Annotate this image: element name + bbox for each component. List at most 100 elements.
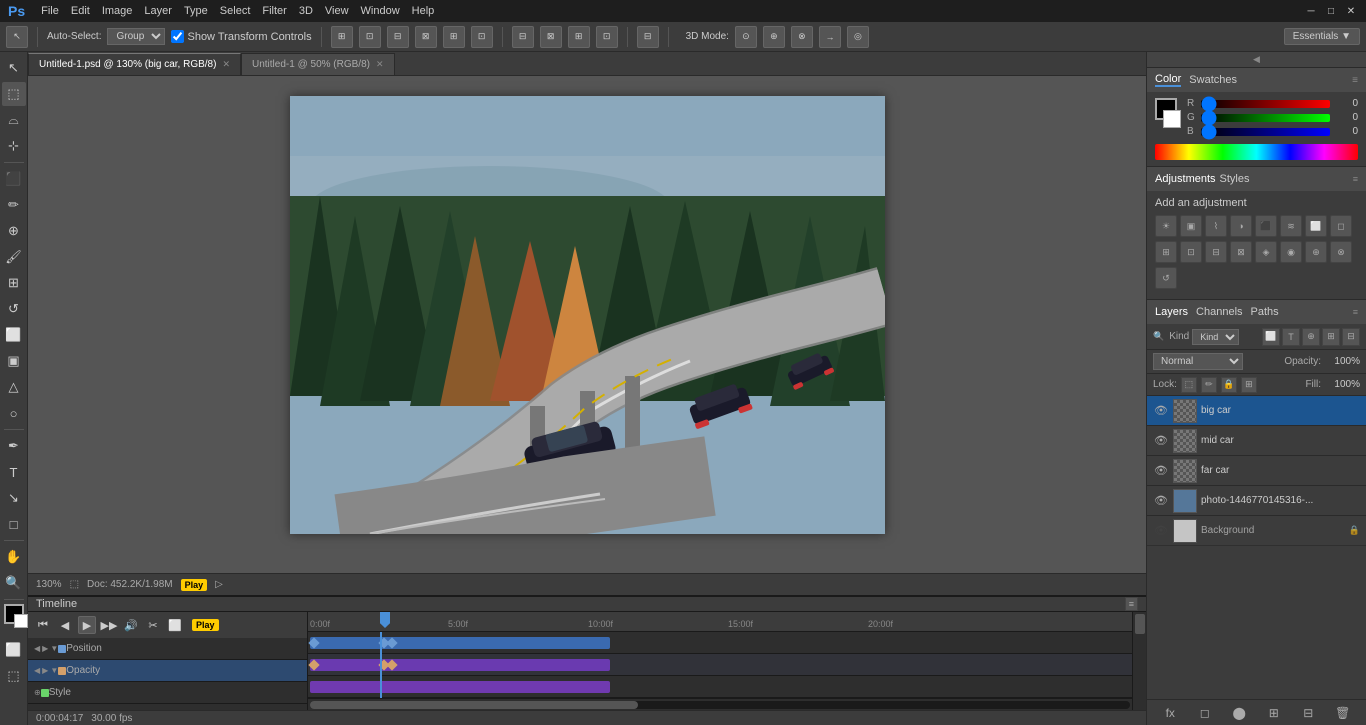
timeline-side-scrollbar[interactable] (1132, 612, 1146, 710)
layer-far-car[interactable]: 👁 far car (1147, 456, 1366, 486)
shape-filter-icon[interactable]: ⊞ (1322, 328, 1340, 346)
color-swatches-container[interactable] (1155, 98, 1181, 128)
photofilt-adj-icon[interactable]: ⊞ (1155, 241, 1177, 263)
align-right-icon[interactable]: ⊟ (387, 26, 409, 48)
colorbalance-adj-icon[interactable]: ⬜ (1305, 215, 1327, 237)
curves-adj-icon[interactable]: ⌇ (1205, 215, 1227, 237)
dist-bottom-icon[interactable]: ⊡ (596, 26, 618, 48)
delete-layer-button[interactable]: 🗑 (1334, 704, 1352, 722)
timeline-rewind-button[interactable]: ⏮ (34, 616, 52, 634)
timeline-cut-button[interactable]: ✂ (144, 616, 162, 634)
menu-image[interactable]: Image (102, 5, 133, 17)
styles-tab[interactable]: Styles (1220, 173, 1250, 185)
3d-rotate-icon[interactable]: ⊙ (735, 26, 757, 48)
tab-untitled[interactable]: Untitled-1 @ 50% (RGB/8) ✕ (241, 53, 395, 75)
3d-slide-icon[interactable]: → (819, 26, 841, 48)
lock-artboard-icon[interactable]: ⊞ (1241, 377, 1257, 393)
gradient-adj-icon[interactable]: ⊕ (1305, 241, 1327, 263)
zoom-tool[interactable]: 🔍 (2, 571, 26, 595)
align-middle-icon[interactable]: ⊞ (443, 26, 465, 48)
posterize-adj-icon[interactable]: ◈ (1255, 241, 1277, 263)
adjustments-tab[interactable]: Adjustments (1155, 173, 1216, 185)
layer-big-car[interactable]: 👁 big car (1147, 396, 1366, 426)
blackwhite-adj-icon[interactable]: ◻ (1330, 215, 1352, 237)
add-mask-button[interactable]: ◻ (1196, 704, 1214, 722)
timeline-settings-button[interactable]: ⬜ (166, 616, 184, 634)
tab-close-1[interactable]: ✕ (222, 59, 230, 70)
scrollbar-thumb[interactable] (310, 701, 638, 709)
gradient-tool[interactable]: ▣ (2, 349, 26, 373)
lasso-tool[interactable]: ⌓ (2, 108, 26, 132)
levels-adj-icon[interactable]: ▣ (1180, 215, 1202, 237)
track-right-arrow[interactable]: ▶ (42, 644, 48, 653)
layer-visibility-photo[interactable]: 👁 (1153, 493, 1169, 509)
tab-big-car[interactable]: Untitled-1.psd @ 130% (big car, RGB/8) ✕ (28, 53, 241, 75)
timeline-scrollbar[interactable] (308, 698, 1132, 710)
vibrance-adj-icon[interactable]: ⬛ (1255, 215, 1277, 237)
pixel-filter-icon[interactable]: ⬜ (1262, 328, 1280, 346)
brightness-adj-icon[interactable]: ☀ (1155, 215, 1177, 237)
opacity-track-bar[interactable] (310, 659, 610, 671)
healing-brush[interactable]: ⊕ (2, 219, 26, 243)
foreground-color[interactable] (4, 604, 24, 624)
magic-wand-tool[interactable]: ⊹ (2, 134, 26, 158)
layer-visibility-mid-car[interactable]: 👁 (1153, 433, 1169, 449)
selective-adj-icon[interactable]: ⊗ (1330, 241, 1352, 263)
menu-bar[interactable]: File Edit Image Layer Type Select Filter… (41, 5, 434, 17)
menu-layer[interactable]: Layer (144, 5, 172, 17)
align-bottom-icon[interactable]: ⊡ (471, 26, 493, 48)
layer-mid-car[interactable]: 👁 mid car (1147, 426, 1366, 456)
add-fill-button[interactable]: ⬤ (1230, 704, 1248, 722)
invert-adj-icon[interactable]: ⊠ (1230, 241, 1252, 263)
align-left-icon[interactable]: ⊞ (331, 26, 353, 48)
adj-panel-collapse[interactable]: ≡ (1353, 174, 1358, 184)
hue-adj-icon[interactable]: ≋ (1280, 215, 1302, 237)
canvas[interactable] (290, 96, 885, 534)
track-style-icon[interactable]: ⊕ (34, 688, 41, 697)
layer-visibility-far-car[interactable]: 👁 (1153, 463, 1169, 479)
background-color[interactable] (14, 614, 28, 628)
dist-extra-icon[interactable]: ⊟ (637, 26, 659, 48)
position-track-bar[interactable] (310, 637, 610, 649)
history-brush[interactable]: ↺ (2, 297, 26, 321)
channelmix-adj-icon[interactable]: ⊡ (1180, 241, 1202, 263)
opacity-value[interactable]: 100% (1325, 356, 1360, 367)
adj-filter-icon[interactable]: T (1282, 328, 1300, 346)
clone-tool[interactable]: ⊞ (2, 271, 26, 295)
align-center-icon[interactable]: ⊡ (359, 26, 381, 48)
colrlookup-adj-icon[interactable]: ⊟ (1205, 241, 1227, 263)
move-tool[interactable]: ↖ (2, 56, 26, 80)
dist-vert-icon[interactable]: ⊠ (540, 26, 562, 48)
paths-tab[interactable]: Paths (1251, 306, 1279, 318)
playhead-marker[interactable] (380, 612, 390, 628)
lock-all-icon[interactable]: 🔒 (1221, 377, 1237, 393)
show-transform-label[interactable]: Show Transform Controls (171, 30, 311, 43)
smart-filter-icon[interactable]: ⊟ (1342, 328, 1360, 346)
timeline-expand-button[interactable]: ≡ (1125, 597, 1138, 611)
color-tab[interactable]: Color (1155, 73, 1181, 87)
red-slider[interactable] (1201, 100, 1330, 108)
show-transform-checkbox[interactable] (171, 30, 184, 43)
menu-select[interactable]: Select (220, 5, 251, 17)
add-fx-button[interactable]: fx (1161, 704, 1179, 722)
timeline-prev-button[interactable]: ◀ (56, 616, 74, 634)
eraser-tool[interactable]: ⬜ (2, 323, 26, 347)
side-scrollbar-thumb[interactable] (1135, 614, 1145, 634)
auto-select-dropdown[interactable]: Group Layer (107, 28, 165, 45)
move-tool-icon[interactable]: ↖ (6, 26, 28, 48)
blend-mode-select[interactable]: Normal Multiply Screen (1153, 353, 1243, 370)
maximize-button[interactable]: □ (1324, 4, 1338, 18)
blur-tool[interactable]: △ (2, 375, 26, 399)
new-group-button[interactable]: ⊞ (1265, 704, 1283, 722)
menu-edit[interactable]: Edit (71, 5, 90, 17)
quick-mask[interactable]: ⬜ (2, 638, 26, 662)
eyedropper-tool[interactable]: ✏ (2, 193, 26, 217)
timeline-play-button[interactable]: ▶ (78, 616, 96, 634)
panels-collapse[interactable]: ◀ (1147, 52, 1366, 68)
close-button[interactable]: ✕ (1344, 4, 1358, 18)
dist-top-icon[interactable]: ⊞ (568, 26, 590, 48)
track-left-arrow[interactable]: ◀ (34, 666, 40, 675)
align-top-icon[interactable]: ⊠ (415, 26, 437, 48)
shape-tool[interactable]: □ (2, 512, 26, 536)
tab-close-2[interactable]: ✕ (376, 59, 384, 70)
